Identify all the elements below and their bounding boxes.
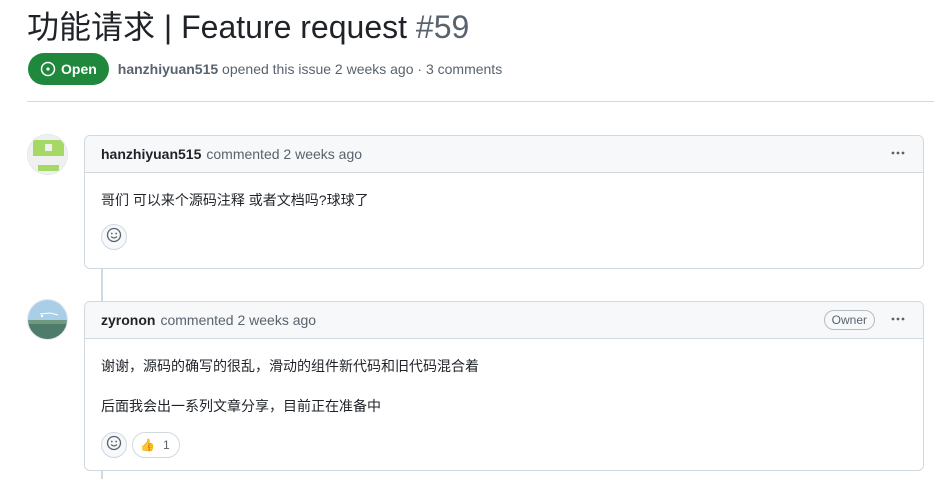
reactions-bar: 👍 1: [85, 432, 923, 458]
landscape-photo-avatar-icon: [28, 300, 67, 339]
kebab-horizontal-icon: [890, 311, 906, 330]
comment-author-link[interactable]: zyronon: [101, 312, 155, 328]
comment-card: hanzhiyuan515 commented 2 weeks ago 哥们 可…: [84, 135, 924, 269]
comment-body: 哥们 可以来个源码注释 或者文档吗?球球了: [85, 173, 923, 211]
issue-state-badge: Open: [28, 53, 109, 85]
issue-title: 功能请求 | Feature request #59: [27, 6, 469, 48]
comment-paragraph: 谢谢，源码的确写的很乱，滑动的组件新代码和旧代码混合着: [101, 358, 479, 374]
comment-header: zyronon commented 2 weeks ago Owner: [85, 302, 923, 339]
owner-badge: Owner: [823, 310, 875, 330]
issue-meta: Open hanzhiyuan515 opened this issue 2 w…: [28, 53, 502, 85]
timeline-connector: [101, 471, 103, 479]
issue-author-link[interactable]: hanzhiyuan515: [118, 61, 218, 77]
comment-body: 谢谢，源码的确写的很乱，滑动的组件新代码和旧代码混合着 后面我会出一系列文章分享…: [85, 339, 923, 417]
comment-author-link[interactable]: hanzhiyuan515: [101, 146, 201, 162]
add-reaction-button[interactable]: [101, 432, 127, 458]
kebab-horizontal-icon: [890, 145, 906, 164]
add-reaction-button[interactable]: [101, 224, 127, 250]
comment-header: hanzhiyuan515 commented 2 weeks ago: [85, 136, 923, 173]
comment-card: zyronon commented 2 weeks ago Owner 谢谢，源…: [84, 301, 924, 471]
avatar[interactable]: [27, 134, 68, 175]
avatar[interactable]: [27, 299, 68, 340]
header-divider: [27, 101, 934, 102]
comment-timestamp[interactable]: commented 2 weeks ago: [206, 146, 362, 162]
comment-options-button[interactable]: [885, 308, 911, 332]
comment-timestamp[interactable]: commented 2 weeks ago: [160, 312, 316, 328]
issue-number: #59: [415, 9, 470, 45]
issue-state-label: Open: [61, 61, 97, 77]
smiley-icon: [106, 227, 122, 248]
issue-meta-text: opened this issue 2 weeks ago · 3 commen…: [222, 61, 503, 77]
comment-paragraph: 后面我会出一系列文章分享，目前正在准备中: [101, 398, 381, 414]
identicon-avatar-icon: [28, 135, 67, 174]
reactions-bar: [85, 224, 923, 250]
issue-opened-icon: [40, 61, 56, 77]
timeline-connector: [101, 268, 103, 302]
thumbs-up-icon: 👍: [140, 438, 155, 452]
comment-options-button[interactable]: [885, 142, 911, 166]
smiley-icon: [106, 435, 122, 456]
reaction-count: 1: [162, 438, 170, 452]
issue-title-text: 功能请求 | Feature request: [27, 9, 408, 45]
thumbs-up-reaction[interactable]: 👍 1: [132, 432, 180, 458]
comment-paragraph: 哥们 可以来个源码注释 或者文档吗?球球了: [101, 192, 369, 208]
